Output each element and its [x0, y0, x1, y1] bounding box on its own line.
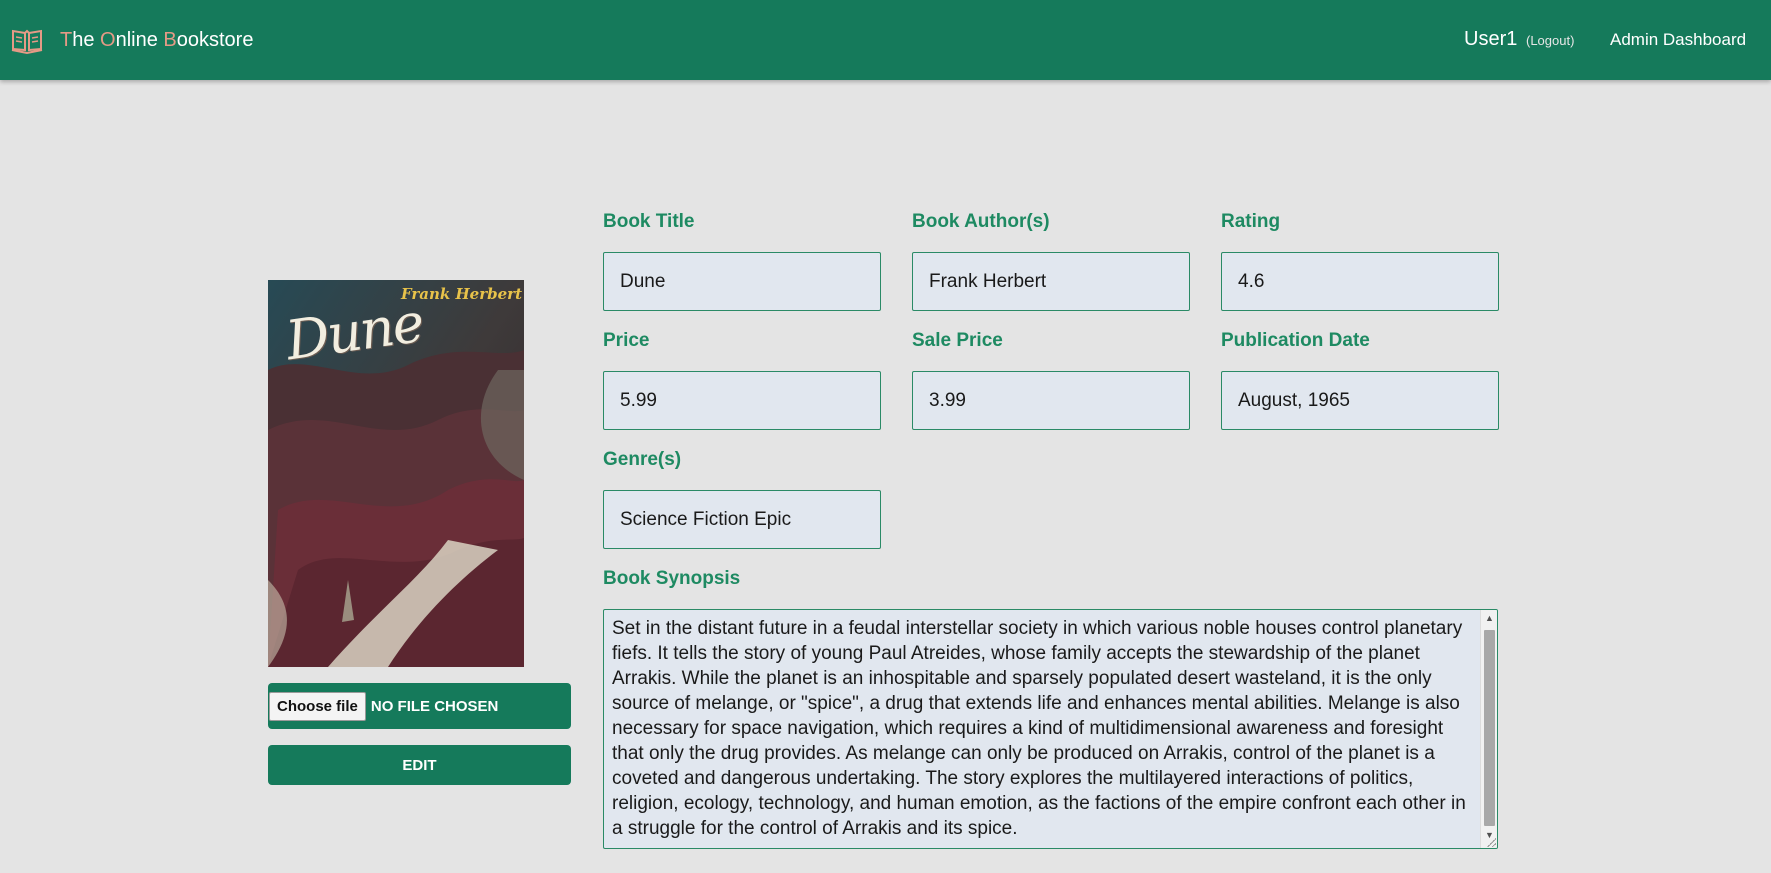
rating-input[interactable]	[1221, 252, 1499, 311]
synopsis-textarea[interactable]: Set in the distant future in a feudal in…	[603, 609, 1498, 849]
scroll-thumb[interactable]	[1484, 630, 1495, 826]
price-input[interactable]	[603, 371, 881, 430]
book-authors-label: Book Author(s)	[912, 211, 1050, 232]
book-title-input[interactable]	[603, 252, 881, 311]
synopsis-scrollbar[interactable]: ▲ ▼	[1480, 610, 1497, 848]
synopsis-text: Set in the distant future in a feudal in…	[612, 618, 1466, 839]
cover-upload-field: Choose file No file chosen	[268, 683, 571, 729]
open-book-icon	[11, 29, 43, 54]
brand-word-ookstore: ookstore	[176, 28, 254, 51]
book-title-label: Book Title	[603, 211, 695, 232]
brand-initial-b: B	[163, 28, 177, 51]
book-authors-input[interactable]	[912, 252, 1190, 311]
synopsis-label: Book Synopsis	[603, 568, 741, 589]
brand-word-he: he	[72, 28, 101, 51]
genres-input[interactable]	[603, 490, 881, 549]
rating-label: Rating	[1221, 211, 1281, 232]
sale-price-label: Sale Price	[912, 330, 1003, 351]
navbar: The Online Bookstore User1 (Logout) Admi…	[0, 0, 1771, 80]
choose-file-button[interactable]: Choose file	[269, 691, 366, 721]
admin-dashboard-link[interactable]: Admin Dashboard	[1610, 30, 1746, 50]
logout-link[interactable]: (Logout)	[1526, 33, 1574, 48]
scroll-up-arrow-icon[interactable]: ▲	[1481, 610, 1497, 627]
username: User1	[1464, 28, 1518, 50]
edit-button[interactable]: Edit	[268, 745, 571, 785]
brand-word-nline: nline	[115, 28, 164, 51]
sale-price-input[interactable]	[912, 371, 1190, 430]
brand-initial-t: T	[60, 28, 73, 51]
brand-initial-o: O	[100, 28, 116, 51]
brand-name: The Online Bookstore	[60, 29, 253, 52]
price-label: Price	[603, 330, 650, 351]
genres-label: Genre(s)	[603, 449, 682, 470]
publication-date-input[interactable]	[1221, 371, 1499, 430]
publication-date-label: Publication Date	[1221, 330, 1370, 351]
cover-author-text: Frank Herbert	[400, 285, 522, 303]
brand-link[interactable]: The Online Bookstore	[10, 26, 253, 54]
file-status-text: No file chosen	[370, 697, 499, 715]
book-cover-image: Frank Herbert Dune	[268, 280, 524, 667]
resize-grip-icon[interactable]	[1486, 837, 1496, 847]
